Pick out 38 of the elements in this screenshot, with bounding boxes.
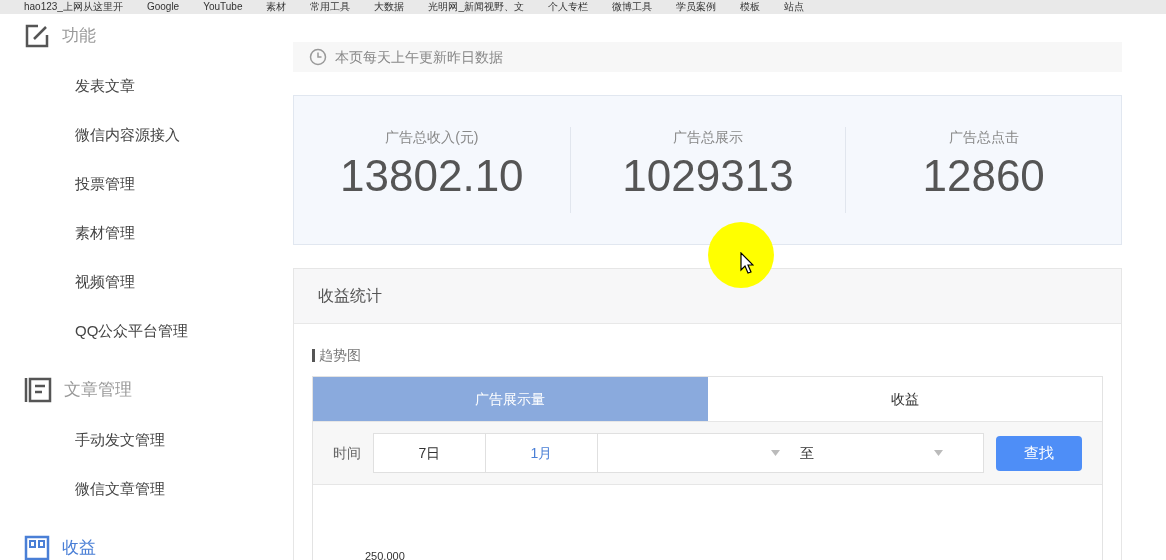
bookmark-link[interactable]: 学员案例	[676, 0, 717, 14]
bookmark-link[interactable]: 光明网_新闻视野、文	[428, 0, 525, 14]
bookmark-link[interactable]: 微博工具	[612, 0, 653, 14]
grid-icon	[24, 535, 50, 560]
stat-label: 广告总展示	[673, 128, 743, 147]
document-icon	[24, 377, 52, 403]
bookmark-link[interactable]: YouTube	[203, 0, 243, 14]
bookmark-link[interactable]: 素材	[266, 0, 287, 14]
heading-bar	[312, 348, 315, 362]
bookmark-link[interactable]: 大数据	[374, 0, 405, 14]
notice-bar: 本页每天上午更新昨日数据	[293, 42, 1122, 72]
sidebar-item[interactable]: 素材管理	[75, 222, 135, 245]
bookmark-link[interactable]: 模板	[740, 0, 761, 14]
bookmark-link[interactable]: 个人专栏	[548, 0, 589, 14]
filter-label: 时间	[333, 443, 361, 463]
sidebar-item[interactable]: 微信文章管理	[75, 478, 165, 501]
clock-icon	[309, 48, 327, 66]
stat-value: 1029313	[622, 150, 794, 202]
stat-value: 13802.10	[340, 150, 524, 202]
sidebar-item[interactable]: QQ公众平台管理	[75, 320, 189, 343]
axis-label: 250,000	[365, 548, 405, 560]
sidebar-item[interactable]: 投票管理	[75, 173, 135, 196]
stat-label: 广告总收入(元)	[385, 128, 479, 147]
bookmark-link[interactable]: Google	[146, 0, 180, 14]
edit-icon	[24, 23, 50, 49]
sidebar-section[interactable]: 收益	[24, 530, 293, 560]
bookmark-link[interactable]: 常用工具	[310, 0, 351, 14]
bookmark-link[interactable]: hao123_上网从这里开	[24, 0, 123, 14]
sidebar-item[interactable]: 微信内容源接入	[75, 124, 180, 147]
sidebar-item[interactable]: 手动发文管理	[75, 429, 165, 452]
panel-header: 收益统计	[294, 269, 1121, 324]
cursor-icon	[740, 252, 754, 274]
sidebar-item[interactable]: 视频管理	[75, 271, 135, 294]
stat-value: 12860	[922, 150, 1045, 202]
bookmark-link[interactable]: 站点	[784, 0, 805, 14]
sidebar-item[interactable]: 发表文章	[75, 75, 135, 98]
stat-label: 广告总点击	[948, 128, 1019, 147]
chart-heading: 趋势图	[319, 345, 361, 365]
